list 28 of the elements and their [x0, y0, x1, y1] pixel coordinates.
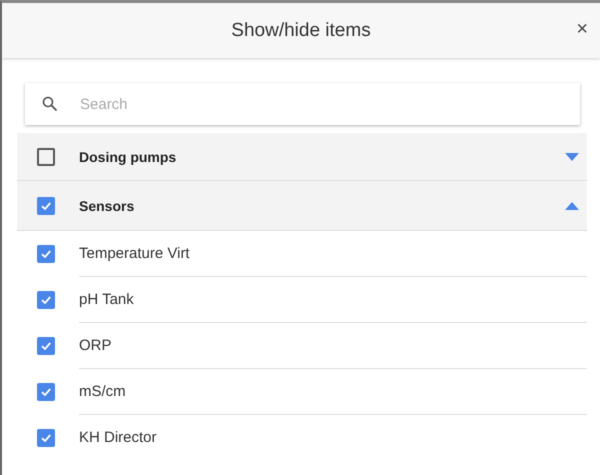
group-label: Dosing pumps — [79, 148, 178, 164]
check-icon — [40, 294, 52, 306]
group-label: Sensors — [79, 198, 136, 214]
search-icon — [42, 96, 58, 112]
checkbox[interactable] — [37, 196, 55, 214]
checkbox[interactable] — [37, 429, 55, 447]
search-field[interactable]: Search — [25, 83, 580, 125]
checkbox[interactable] — [37, 383, 55, 401]
check-icon — [40, 200, 52, 212]
checkbox[interactable] — [37, 291, 55, 309]
item-label: ORP — [79, 323, 587, 369]
checkbox[interactable] — [37, 245, 55, 263]
caret-down-icon[interactable] — [565, 152, 579, 160]
dialog-title: Show/hide items — [231, 20, 371, 42]
item-label: mS/cm — [79, 369, 587, 415]
close-button[interactable]: × — [574, 19, 590, 39]
caret-up-icon[interactable] — [565, 202, 579, 210]
check-icon — [40, 248, 52, 260]
checkbox[interactable] — [37, 337, 55, 355]
group-row[interactable]: Dosing pumps — [17, 133, 587, 181]
check-icon — [40, 340, 52, 352]
check-icon — [40, 386, 52, 398]
item-label: pH Tank — [79, 277, 587, 323]
item-label: KH Director — [79, 428, 158, 448]
item-label: Temperature Virt — [79, 231, 587, 277]
checkbox[interactable] — [37, 148, 55, 166]
check-icon — [40, 432, 52, 444]
group-row[interactable]: Sensors — [17, 181, 587, 231]
